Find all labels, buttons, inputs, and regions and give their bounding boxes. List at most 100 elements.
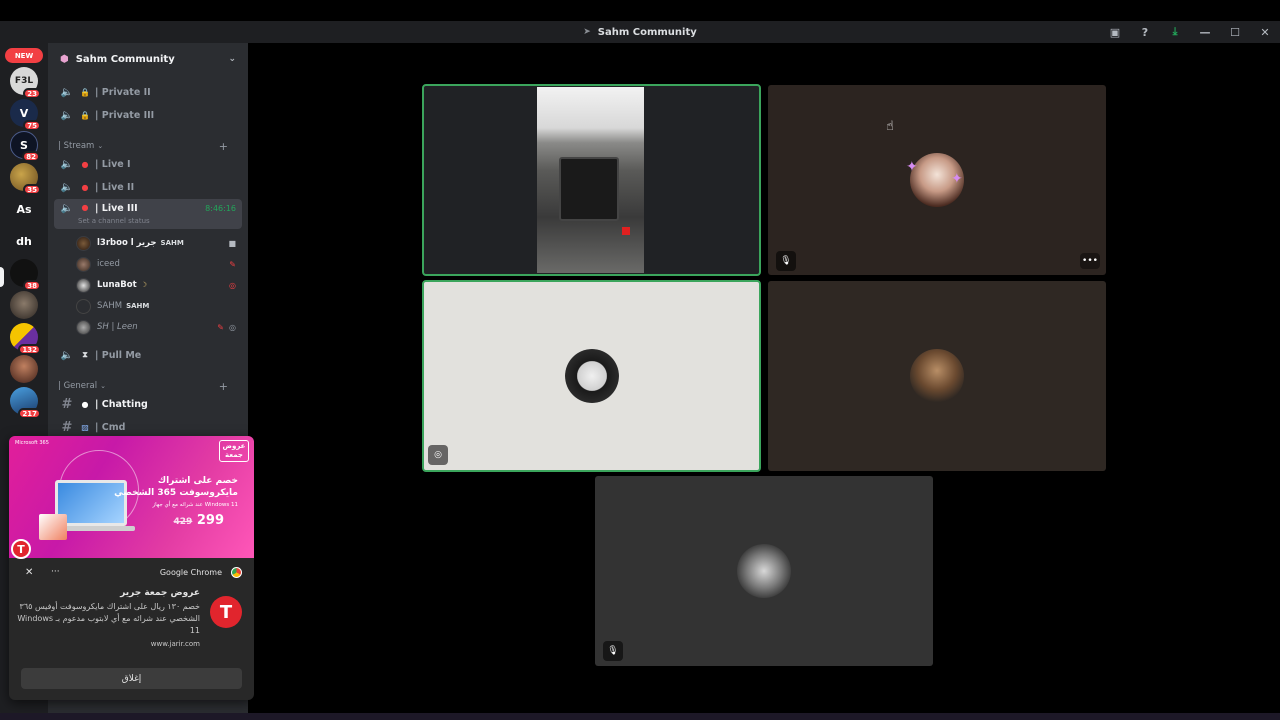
- ad-brand: Microsoft 365: [15, 440, 49, 446]
- video-tile-user-4[interactable]: [768, 281, 1106, 471]
- lock-icon: 🔒: [80, 110, 90, 120]
- speaker-active-icon: 🔈: [60, 203, 74, 214]
- channel-chatting[interactable]: # ● | Chatting: [54, 394, 242, 414]
- offer-badge: عروض جمعة: [219, 440, 249, 462]
- voice-user[interactable]: SH | Leen ✎ ◎: [76, 318, 242, 336]
- deafened-icon: ◎: [229, 280, 236, 290]
- help-icon[interactable]: ?: [1130, 21, 1160, 43]
- channel-cmd[interactable]: # ▨ | Cmd: [54, 417, 242, 437]
- server-icon-portrait[interactable]: [10, 291, 38, 319]
- deafened-icon: ◎: [428, 445, 448, 465]
- notification-body: خصم ١٣٠ ريال على اشتراك مايكروسوفت أوفيس…: [17, 602, 200, 635]
- mention-badge: 38: [23, 280, 41, 291]
- voice-user[interactable]: LunaBot ☽ ◎: [76, 276, 242, 294]
- red-dot-icon: ●: [81, 203, 89, 212]
- channel-status[interactable]: Set a channel status: [78, 217, 150, 225]
- video-tile-user-5[interactable]: 🎙: [595, 476, 933, 666]
- server-boost-icon: ⬢: [60, 53, 69, 65]
- hashtag-icon: #: [61, 396, 73, 412]
- chart-icon: ▨: [81, 422, 89, 432]
- download-icon[interactable]: ⤓: [1160, 21, 1190, 43]
- chrome-notification[interactable]: Microsoft 365 عروض جمعة خصم على اشتراك م…: [9, 436, 254, 700]
- add-channel-icon[interactable]: +: [219, 140, 228, 153]
- avatar: [76, 256, 91, 272]
- mention-badge: 132: [18, 344, 41, 355]
- close-icon[interactable]: ✕: [25, 567, 33, 578]
- notification-header: ✕ ··· Google Chrome: [9, 564, 254, 580]
- server-icon-gold[interactable]: 35: [10, 163, 41, 195]
- server-icon-face[interactable]: [10, 355, 38, 383]
- channel-live-2[interactable]: 🔈 ● | Live II: [54, 177, 242, 197]
- channel-pull-me[interactable]: 🔈 ⧗ | Pull Me: [54, 345, 242, 365]
- server-icon-s[interactable]: S 82: [10, 131, 40, 162]
- notification-source: www.jarir.com: [150, 640, 200, 648]
- lock-icon: 🔒: [80, 87, 90, 97]
- channel-private-3[interactable]: 🔈 🔒 | Private III: [54, 105, 242, 125]
- video-tile-user-2[interactable]: ✦ ✦ ☝ 🎙 •••: [768, 85, 1106, 275]
- channel-private-2[interactable]: 🔈 🔒 | Private II: [54, 82, 242, 102]
- more-options-icon[interactable]: •••: [1080, 253, 1100, 269]
- server-icon-f3l[interactable]: F3L 23: [10, 67, 41, 99]
- inbox-icon[interactable]: ▣: [1100, 21, 1130, 43]
- ad-subline: عند شرائه مع أي جهاز Windows 11: [152, 502, 239, 508]
- title-bar-controls: ▣ ? ⤓ — ☐ ✕: [1100, 21, 1280, 43]
- mention-badge: 35: [23, 184, 41, 195]
- taskbar: [0, 713, 1280, 720]
- camera-icon: ■: [228, 238, 236, 248]
- avatar: [910, 349, 964, 403]
- video-tile-camera[interactable]: [422, 84, 761, 276]
- close-button[interactable]: ✕: [1250, 21, 1280, 43]
- mention-badge: 23: [23, 88, 41, 99]
- moon-icon: ☽: [140, 281, 147, 289]
- add-channel-icon[interactable]: +: [219, 380, 228, 393]
- ad-price: 429 299: [173, 513, 224, 528]
- more-options-icon[interactable]: ···: [51, 567, 60, 577]
- voice-user[interactable]: iceed ✎: [76, 255, 242, 273]
- ad-banner[interactable]: Microsoft 365 عروض جمعة خصم على اشتراك م…: [9, 436, 254, 558]
- server-icon-sahm-community[interactable]: 38: [10, 259, 41, 291]
- voice-user[interactable]: l3rboo l جرير SAHM ■: [76, 234, 242, 252]
- server-icon-blue[interactable]: 217: [10, 387, 41, 419]
- chevron-down-icon: ⌄: [100, 382, 106, 390]
- sparkle-icon: ✦: [906, 159, 918, 175]
- ad-headline: مايكروسوفت 365 الشخصي: [114, 488, 238, 498]
- hourglass-icon: ⧗: [82, 350, 88, 359]
- muted-mic-icon: 🎙: [603, 641, 623, 661]
- video-grid: ✦ ✦ ☝ 🎙 ••• ◎ 🎙: [248, 43, 1280, 713]
- category-general[interactable]: | General ⌄ +: [58, 379, 238, 393]
- avatar: [76, 298, 91, 314]
- call-timer: 8:46:16: [205, 204, 236, 213]
- maximize-button[interactable]: ☐: [1220, 21, 1250, 43]
- voice-user[interactable]: SAHM SAHM: [76, 297, 242, 315]
- ad-headline: خصم على اشتراك: [157, 476, 238, 486]
- mention-badge: 82: [22, 151, 40, 162]
- minimize-button[interactable]: —: [1190, 21, 1220, 43]
- category-stream[interactable]: | Stream ⌄ +: [58, 139, 238, 153]
- speaker-icon: 🔈: [60, 158, 74, 170]
- new-badge[interactable]: NEW: [5, 48, 43, 63]
- speech-bubble-icon: ●: [81, 399, 89, 409]
- camera-feed: [537, 87, 644, 273]
- guild-header[interactable]: ⬢ Sahm Community ⌄: [48, 43, 248, 75]
- muted-mic-icon: ✎: [229, 259, 236, 269]
- avatar: [76, 277, 91, 293]
- avatar: [76, 319, 91, 335]
- video-tile-user-3[interactable]: ◎: [422, 280, 761, 472]
- notification-content: عروض جمعة جرير خصم ١٣٠ ريال على اشتراك م…: [15, 588, 200, 648]
- hashtag-icon: #: [61, 419, 73, 435]
- cursor-icon: ☝: [886, 119, 894, 134]
- dismiss-button[interactable]: إغلاق: [21, 668, 242, 689]
- discord-window: ➤ Sahm Community ▣ ? ⤓ — ☐ ✕ NEW F3L 23 …: [0, 0, 1280, 720]
- server-icon-as[interactable]: As: [10, 195, 38, 223]
- channel-live-1[interactable]: 🔈 ● | Live I: [54, 154, 242, 174]
- box-image: [39, 514, 67, 540]
- server-tag: SAHM: [126, 302, 150, 310]
- server-icon-yellow[interactable]: 132: [10, 323, 41, 355]
- jarir-logo-icon: T: [210, 596, 242, 628]
- red-dot-icon: ●: [81, 159, 89, 169]
- server-icon-dh[interactable]: dh: [10, 227, 38, 255]
- muted-mic-icon: ✎: [217, 322, 224, 332]
- server-icon-v[interactable]: V 75: [10, 99, 41, 131]
- channel-live-3[interactable]: 🔈 ● | Live III 8:46:16 Set a channel sta…: [54, 199, 242, 229]
- avatar: [565, 349, 619, 403]
